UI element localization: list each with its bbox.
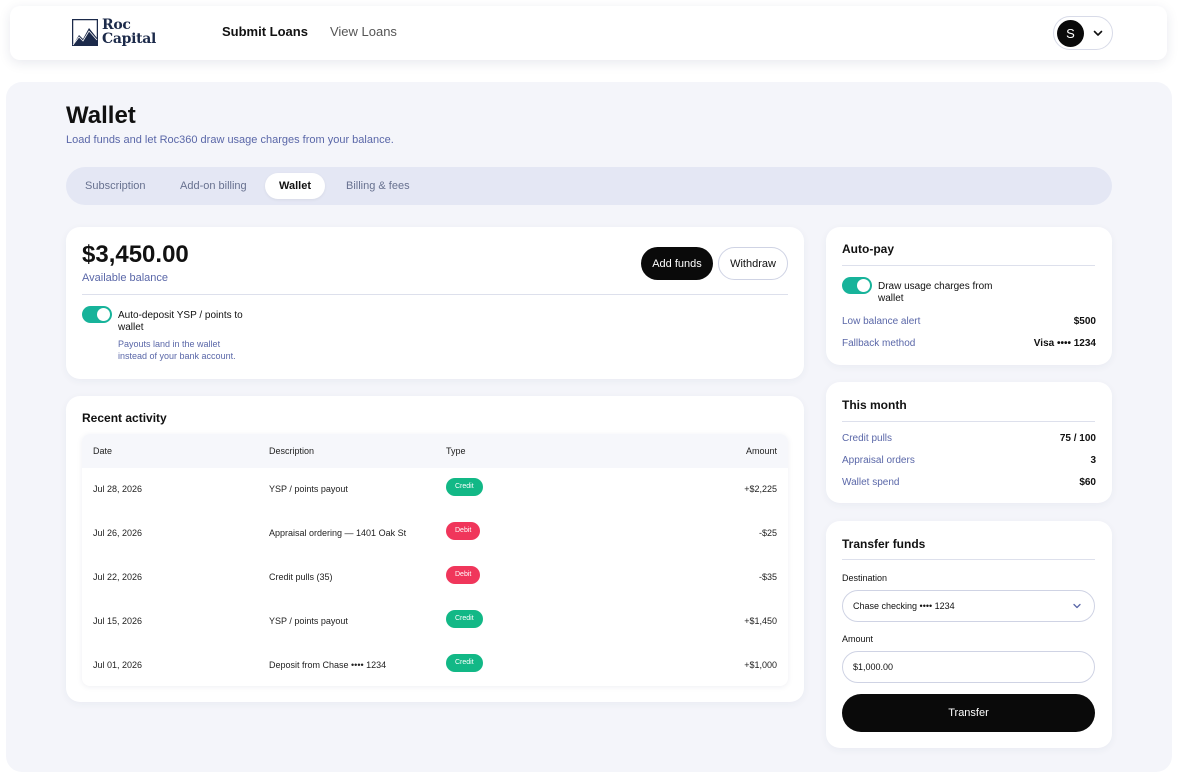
row-date: Jul 26, 2026 [93, 528, 143, 538]
column-amount: Amount [745, 446, 777, 456]
auto-deposit-hint-line1: Payouts land in the wallet [118, 339, 221, 349]
low-balance-value: $500 [1073, 316, 1096, 327]
table-row[interactable]: Jul 01, 2026 Deposit from Chase •••• 123… [82, 644, 788, 686]
logo-mark-icon [72, 18, 98, 46]
tab-bar: Subscription Add-on billing Wallet Billi… [66, 167, 1112, 205]
brand-name-line1: Roc [102, 17, 131, 33]
row-amount: +$1,000 [744, 660, 777, 670]
transfer-button[interactable]: Transfer [842, 694, 1095, 732]
fallback-method-label: Fallback method [842, 338, 916, 349]
draw-usage-label-line1: Draw usage charges from [878, 281, 993, 292]
row-date: Jul 28, 2026 [93, 484, 143, 494]
this-month-card: This month Credit pulls 75 / 100 Apprais… [826, 382, 1112, 503]
recent-activity-card: Recent activity Date Description Type Am… [66, 396, 804, 702]
amount-label: Amount [842, 634, 874, 644]
destination-label: Destination [842, 573, 888, 583]
tab-billing-fees[interactable]: Billing & fees [332, 173, 424, 199]
row-amount: -$35 [758, 572, 777, 582]
top-bar: Roc Capital Submit Loans View Loans S [10, 6, 1167, 60]
brand-name: Roc Capital [102, 18, 156, 46]
balance-card: $3,450.00 Available balance Add funds Wi… [66, 227, 804, 379]
tab-wallet[interactable]: Wallet [265, 173, 325, 199]
table-header: Date Description Type Amount [82, 434, 788, 468]
recent-activity-title: Recent activity [82, 411, 167, 425]
draw-usage-label-line2: wallet [878, 293, 904, 304]
balance-amount: $3,450.00 [82, 241, 189, 268]
tab-subscription[interactable]: Subscription [71, 173, 160, 199]
credit-pulls-value: 75 / 100 [1059, 433, 1096, 444]
avatar: S [1057, 20, 1084, 47]
add-funds-button[interactable]: Add funds [641, 247, 713, 280]
tab-add-on-billing[interactable]: Add-on billing [166, 173, 261, 199]
user-menu-button[interactable]: S [1053, 16, 1113, 50]
divider [842, 559, 1095, 560]
activity-table: Date Description Type Amount Jul 28, 202… [82, 434, 788, 686]
divider [842, 421, 1095, 422]
row-amount: +$2,225 [744, 484, 777, 494]
chevron-down-icon [1073, 603, 1081, 609]
main-panel: Wallet Load funds and let Roc360 draw us… [6, 82, 1172, 772]
table-row[interactable]: Jul 28, 2026 YSP / points payout Credit … [82, 468, 788, 512]
auto-deposit-hint-line2: instead of your bank account. [118, 351, 236, 361]
row-description: Appraisal ordering — 1401 Oak St [269, 528, 407, 538]
draw-usage-toggle[interactable] [842, 277, 872, 294]
low-balance-label: Low balance alert [842, 316, 921, 327]
wallet-spend-label: Wallet spend [842, 477, 900, 488]
row-date: Jul 15, 2026 [93, 616, 143, 626]
type-badge: Debit [446, 522, 481, 540]
appraisal-orders-value: 3 [1090, 455, 1096, 466]
column-date: Date [93, 446, 113, 456]
type-badge: Credit [446, 654, 483, 672]
row-date: Jul 01, 2026 [93, 660, 143, 670]
amount-input[interactable]: $1,000.00 [842, 651, 1095, 683]
table-row[interactable]: Jul 15, 2026 YSP / points payout Credit … [82, 600, 788, 644]
divider [842, 265, 1095, 266]
row-description: Credit pulls (35) [269, 572, 333, 582]
brand-name-line2: Capital [102, 31, 157, 47]
auto-deposit-label: Auto-deposit YSP / points to wallet [118, 310, 243, 333]
fallback-method-value: Visa •••• 1234 [1033, 338, 1096, 349]
brand-logo[interactable]: Roc Capital [72, 18, 156, 46]
this-month-title: This month [842, 398, 907, 412]
transfer-funds-title: Transfer funds [842, 537, 926, 551]
nav-view-loans[interactable]: View Loans [330, 24, 397, 39]
nav-submit-loans[interactable]: Submit Loans [222, 24, 308, 39]
type-badge: Debit [446, 566, 481, 584]
divider [82, 294, 788, 295]
auto-pay-title: Auto-pay [842, 242, 894, 256]
column-description: Description [269, 446, 315, 456]
wallet-spend-value: $60 [1079, 477, 1096, 488]
destination-select[interactable]: Chase checking •••• 1234 [842, 590, 1095, 622]
row-amount: +$1,450 [744, 616, 777, 626]
chevron-down-icon [1093, 30, 1103, 36]
row-description: YSP / points payout [269, 484, 348, 494]
column-type: Type [446, 446, 466, 456]
credit-pulls-label: Credit pulls [842, 433, 893, 444]
auto-deposit-toggle[interactable] [82, 306, 112, 323]
withdraw-button[interactable]: Withdraw [718, 247, 788, 280]
table-row[interactable]: Jul 26, 2026 Appraisal ordering — 1401 O… [82, 512, 788, 556]
destination-value: Chase checking •••• 1234 [853, 601, 955, 611]
row-description: Deposit from Chase •••• 1234 [269, 660, 387, 670]
type-badge: Credit [446, 478, 483, 496]
table-row[interactable]: Jul 22, 2026 Credit pulls (35) Debit -$3… [82, 556, 788, 600]
auto-pay-card: Auto-pay Draw usage charges from wallet … [826, 227, 1112, 365]
page-subtitle: Load funds and let Roc360 draw usage cha… [66, 134, 394, 146]
balance-label: Available balance [82, 272, 169, 284]
row-amount: -$25 [758, 528, 777, 538]
row-date: Jul 22, 2026 [93, 572, 143, 582]
appraisal-orders-label: Appraisal orders [842, 455, 915, 466]
main-nav: Submit Loans View Loans [222, 24, 397, 39]
page-title: Wallet [66, 102, 136, 129]
type-badge: Credit [446, 610, 483, 628]
transfer-funds-card: Transfer funds Destination Chase checkin… [826, 521, 1112, 748]
row-description: YSP / points payout [269, 616, 348, 626]
